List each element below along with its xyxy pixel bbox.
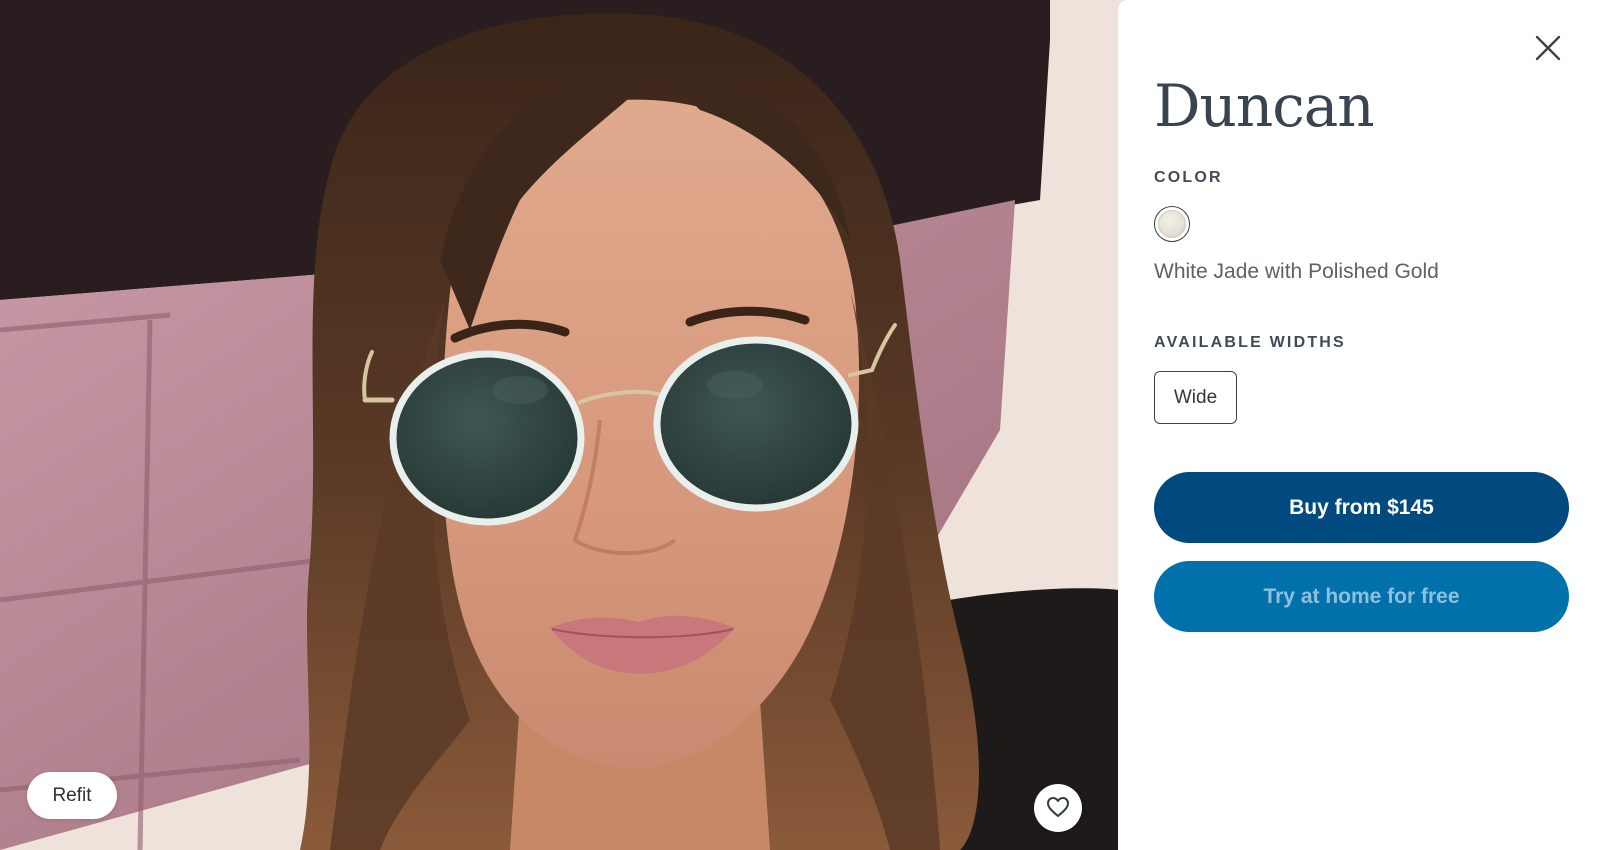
swatch-fill [1158,210,1186,238]
buy-button[interactable]: Buy from $145 [1154,472,1569,543]
selected-color-name: White Jade with Polished Gold [1154,260,1439,283]
favorite-button[interactable] [1034,784,1082,832]
tryon-camera-view: Refit [0,0,1118,850]
heart-icon [1046,796,1070,821]
product-panel: Duncan COLOR White Jade with Polished Go… [1118,0,1600,850]
color-section-label: COLOR [1154,169,1223,186]
product-title: Duncan [1154,72,1375,140]
close-button[interactable] [1532,32,1564,64]
color-swatch-white-jade[interactable] [1154,206,1190,242]
close-icon [1532,35,1564,67]
widths-section-label: AVAILABLE WIDTHS [1154,334,1346,351]
refit-button[interactable]: Refit [27,772,117,819]
try-at-home-button[interactable]: Try at home for free [1154,561,1569,632]
width-option-wide[interactable]: Wide [1154,371,1237,424]
camera-photo [0,0,1118,850]
